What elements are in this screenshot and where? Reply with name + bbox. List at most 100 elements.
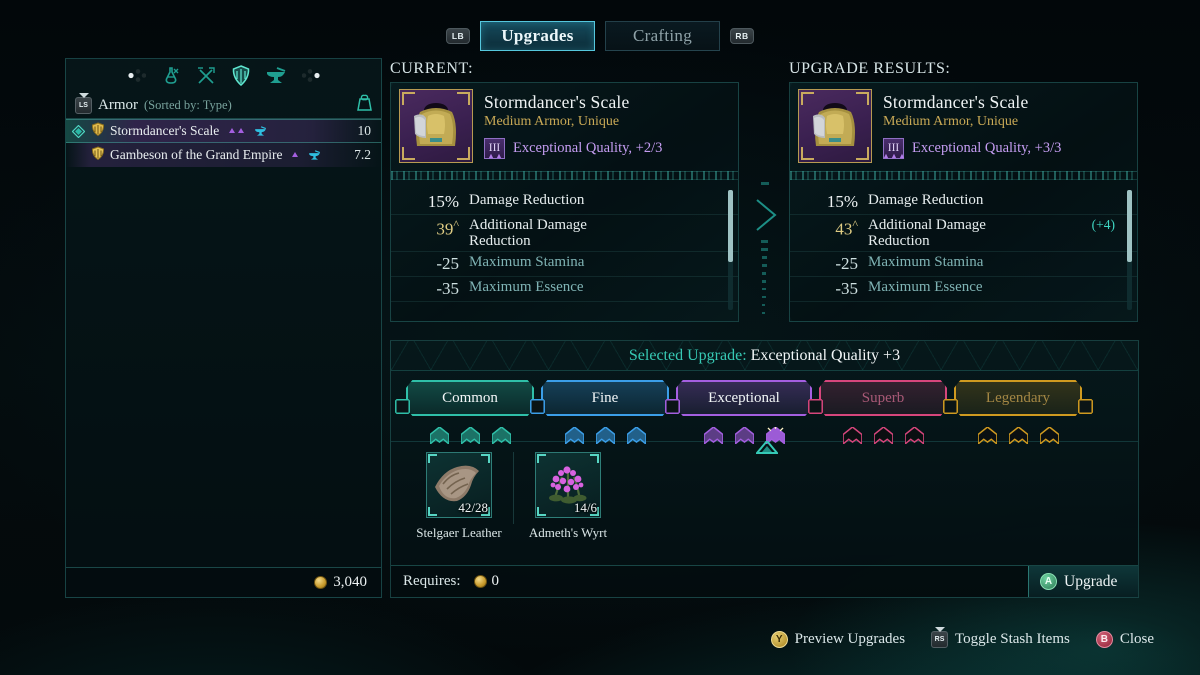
tier-chevron-group — [819, 427, 947, 444]
tier-chevron[interactable] — [1039, 427, 1059, 444]
quality-rank-badge: III — [484, 138, 505, 159]
tier-chevron[interactable] — [842, 427, 862, 444]
tier-box: Common — [406, 380, 534, 416]
results-item-card: Stormdancer's Scale Medium Armor, Unique… — [789, 82, 1138, 322]
gold-coin-icon — [314, 576, 328, 589]
stat-label: Maximum Stamina — [868, 254, 984, 271]
upgrade-button-label: Upgrade — [1064, 572, 1118, 590]
tab-upgrades[interactable]: Upgrades — [480, 21, 595, 51]
y-button-icon: Y — [770, 630, 788, 648]
quality-pip-group — [882, 153, 905, 159]
armor-icon[interactable] — [230, 65, 252, 86]
tier-chevron[interactable] — [491, 427, 511, 444]
right-stick-icon: RS — [931, 630, 949, 648]
material-count: 42/28 — [458, 500, 488, 515]
item-anvil-icon — [308, 149, 321, 161]
tier-legendary[interactable]: Legendary — [954, 380, 1082, 444]
armor-item-icon — [90, 122, 105, 140]
tier-label: Superb — [861, 389, 905, 406]
hint-label: Preview Upgrades — [794, 630, 906, 647]
inventory-sidebar: LS Armor (Sorted by: Type) Stormdancer's… — [65, 58, 382, 598]
tier-chevron-group — [541, 427, 669, 444]
material-item[interactable]: 14/6 Admeth's Wyrt — [518, 452, 618, 541]
weapons-icon[interactable] — [195, 66, 217, 86]
hint-label: Close — [1119, 630, 1154, 647]
material-item[interactable]: 42/28 Stelgaer Leather — [409, 452, 509, 541]
requirements-bar: Requires: 0 A Upgrade — [391, 565, 1138, 597]
current-item-card: Stormdancer's Scale Medium Armor, Unique… — [390, 82, 739, 322]
gold-amount: 3,040 — [333, 574, 367, 590]
stat-label: Maximum Essence — [469, 279, 584, 296]
hint-label: Toggle Stash Items — [955, 630, 1070, 647]
upgrade-button[interactable]: A Upgrade — [1028, 566, 1138, 597]
stat-label: Damage Reduction — [469, 192, 585, 208]
stat-row: 43^ Additional Damage Reduction (+4) — [790, 215, 1137, 253]
material-thumbnail: 14/6 — [535, 452, 601, 518]
prev-category-arrow[interactable] — [125, 66, 147, 86]
results-item-thumbnail — [798, 89, 872, 163]
stat-row: -35 Maximum Essence — [790, 277, 1137, 303]
tab-bar: LB Upgrades Crafting RB — [0, 18, 1200, 54]
stat-value: -25 — [835, 254, 858, 274]
results-item-title: Stormdancer's Scale — [883, 92, 1029, 112]
current-item-thumbnail — [399, 89, 473, 163]
tier-chevron[interactable] — [873, 427, 893, 444]
selected-upgrade-value: Exceptional Quality +3 — [750, 346, 901, 364]
tier-box: Fine — [541, 380, 669, 416]
requires-value: 0 — [491, 573, 500, 589]
stat-value: -25 — [436, 254, 459, 274]
sort-category-label: Armor — [98, 96, 138, 113]
tier-common[interactable]: Common — [406, 380, 534, 444]
tier-chevron[interactable] — [564, 427, 584, 444]
results-item-info: Stormdancer's Scale Medium Armor, Unique… — [872, 89, 1061, 171]
hint-close[interactable]: B Close — [1095, 630, 1154, 648]
current-quality-text: Exceptional Quality, +2/3 — [513, 140, 663, 156]
list-item[interactable]: Gambeson of the Grand Empire 7.2 — [66, 143, 381, 167]
stat-row: -35 Maximum Essence — [391, 277, 738, 303]
tier-chevron[interactable] — [460, 427, 480, 444]
current-item-subtitle: Medium Armor, Unique — [484, 114, 620, 129]
tier-chevron[interactable] — [904, 427, 924, 444]
stat-label: Maximum Stamina — [469, 254, 585, 271]
stats-scrollbar[interactable] — [1127, 190, 1132, 310]
gold-bar: 3,040 — [66, 567, 381, 597]
footer-hints: Y Preview Upgrades RS Toggle Stash Items… — [0, 627, 1200, 651]
tier-superb[interactable]: Superb — [819, 380, 947, 444]
stats-scrollbar[interactable] — [728, 190, 733, 310]
stats-scrollbar-thumb[interactable] — [728, 190, 733, 262]
stat-label: Damage Reduction — [868, 192, 984, 208]
tier-chevron[interactable] — [1008, 427, 1028, 444]
list-item-label: Gambeson of the Grand Empire — [110, 147, 283, 162]
sort-row: LS Armor (Sorted by: Type) — [66, 92, 381, 119]
stats-scrollbar-thumb[interactable] — [1127, 190, 1132, 262]
list-item-value: 10 — [357, 123, 372, 138]
tier-label: Exceptional — [708, 389, 780, 406]
next-category-arrow[interactable] — [300, 66, 322, 86]
tier-fine[interactable]: Fine — [541, 380, 669, 444]
current-item-info: Stormdancer's Scale Medium Armor, Unique… — [473, 89, 662, 171]
sort-mode-label: (Sorted by: Type) — [144, 97, 232, 112]
quality-rank-badge: III — [883, 138, 904, 159]
hint-toggle-stash[interactable]: RS Toggle Stash Items — [931, 630, 1070, 648]
anvil-icon[interactable] — [265, 66, 287, 86]
tier-exceptional[interactable]: Exceptional — [676, 380, 812, 454]
materials-divider — [513, 452, 514, 524]
tier-box: Exceptional — [676, 380, 812, 416]
tier-box: Legendary — [954, 380, 1082, 416]
potion-icon[interactable] — [160, 66, 182, 86]
tier-chevron[interactable] — [595, 427, 615, 444]
tab-crafting[interactable]: Crafting — [605, 21, 720, 51]
tier-chevron[interactable] — [429, 427, 449, 444]
list-item[interactable]: Stormdancer's Scale 10 — [66, 119, 381, 143]
hint-preview-upgrades[interactable]: Y Preview Upgrades — [770, 630, 906, 648]
category-filter-row — [66, 59, 381, 92]
card-separator — [790, 171, 1137, 180]
item-quality-pips — [228, 127, 245, 135]
tier-selection-cursor — [676, 439, 812, 459]
stat-delta: (+4) — [1091, 217, 1115, 232]
tier-chevron[interactable] — [977, 427, 997, 444]
item-anvil-icon — [254, 125, 267, 137]
transfer-arrow-icon — [747, 180, 787, 330]
tier-chevron[interactable] — [626, 427, 646, 444]
results-panel-header: UPGRADE RESULTS: — [789, 60, 951, 77]
